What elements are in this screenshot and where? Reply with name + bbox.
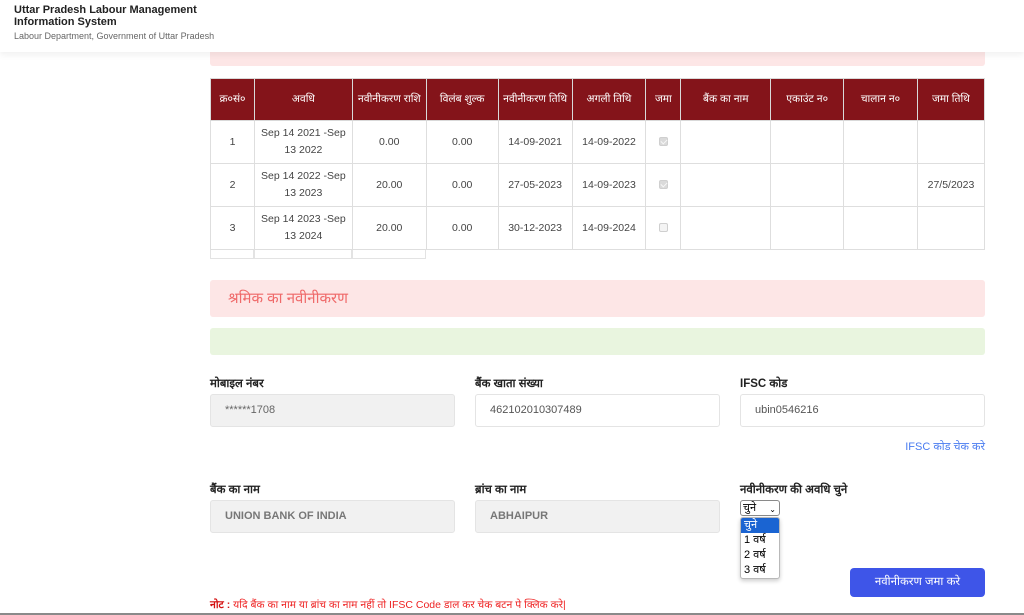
brand-title-line2: Information System xyxy=(14,16,117,28)
cell-challan xyxy=(843,120,918,164)
column-header: चालान न० xyxy=(843,78,918,121)
mobile-label: मोबाइल नंबर xyxy=(210,378,264,390)
table-header-row: क्र०सं० अवधि नवीनीकरण राशि विलंब शुल्क नवीनी… xyxy=(210,78,986,121)
cell-deposit-date xyxy=(916,206,986,250)
cell-deposit-date: 27/5/2023 xyxy=(916,163,986,207)
branch-name-field[interactable]: ABHAIPUR xyxy=(475,500,720,533)
column-header: विलंब शुल्क xyxy=(425,78,499,121)
renewal-history-table: क्र०सं० अवधि नवीनीकरण राशि विलंब शुल्क नवीनी… xyxy=(210,78,986,250)
column-header: बैंक का नाम xyxy=(680,78,772,121)
cell-deposited xyxy=(645,120,682,164)
cell-deposited xyxy=(645,163,682,207)
cell-deposited xyxy=(645,206,682,250)
submit-renewal-button[interactable]: नवीनीकरण जमा करे xyxy=(850,568,985,597)
cell-renew-date: 30-12-2023 xyxy=(497,206,573,250)
ifsc-label: IFSC कोड xyxy=(740,378,788,390)
renewal-period-dropdown: चुने 1 वर्ष 2 वर्ष 3 वर्ष xyxy=(740,517,780,579)
renewal-period-label: नवीनीकरण की अवधि चुने xyxy=(740,484,848,496)
table-row: 1 Sep 14 2021 -Sep 13 2022 0.00 0.00 14-09-2… xyxy=(210,120,986,164)
branch-name-label: ब्रांच का नाम xyxy=(475,484,527,496)
cell-next-date: 14-09-2024 xyxy=(571,206,647,250)
brand-title-line1: Uttar Pradesh Labour Management xyxy=(14,4,197,16)
cell-deposit-date xyxy=(916,120,986,164)
account-number-label: बैंक खाता संख्या xyxy=(475,378,543,390)
deposited-checkbox[interactable] xyxy=(658,137,668,147)
column-header: जमा तिथि xyxy=(916,78,986,121)
table-row: 2 Sep 14 2022 -Sep 13 2023 20.00 0.00 27-05-… xyxy=(210,163,986,207)
site-header: Uttar Pradesh Labour Management Informat… xyxy=(0,0,1024,52)
cell-challan xyxy=(843,163,918,207)
deposited-checkbox[interactable] xyxy=(658,180,668,190)
section-title-renewal: श्रमिक का नवीनीकरण xyxy=(210,280,985,317)
column-header: अवधि xyxy=(253,78,353,121)
cell-next-date: 14-09-2023 xyxy=(571,163,647,207)
cell-bank xyxy=(680,120,772,164)
account-number-field[interactable]: 462102010307489 xyxy=(475,394,720,427)
column-header: अगली तिथि xyxy=(571,78,647,121)
status-message-bar xyxy=(210,328,985,355)
cell-sno: 2 xyxy=(210,163,255,207)
cell-amount: 0.00 xyxy=(351,120,427,164)
cell-bank xyxy=(680,163,772,207)
column-header: क्र०सं० xyxy=(210,78,255,121)
cell-renew-date: 27-05-2023 xyxy=(497,163,573,207)
cell-next-date: 14-09-2022 xyxy=(571,120,647,164)
cell-amount: 20.00 xyxy=(351,206,427,250)
renewal-period-select[interactable]: चुने ⌄ xyxy=(740,500,780,516)
cell-period: Sep 14 2022 -Sep 13 2023 xyxy=(253,163,353,207)
bank-name-label: बैंक का नाम xyxy=(210,484,260,496)
table-empty-row xyxy=(210,250,426,259)
cell-late-fee: 0.00 xyxy=(425,120,499,164)
column-header: एकाउंट न० xyxy=(770,78,845,121)
column-header: नवीनीकरण राशि xyxy=(351,78,427,121)
deposited-checkbox[interactable] xyxy=(658,223,668,233)
cell-sno: 1 xyxy=(210,120,255,164)
cell-account xyxy=(770,206,845,250)
bank-name-field[interactable]: UNION BANK OF INDIA xyxy=(210,500,455,533)
cell-sno: 3 xyxy=(210,206,255,250)
dropdown-option[interactable]: 2 वर्ष xyxy=(741,548,779,563)
cell-bank xyxy=(680,206,772,250)
ifsc-check-link[interactable]: IFSC कोड चेक करे xyxy=(905,439,985,454)
cell-late-fee: 0.00 xyxy=(425,163,499,207)
column-header: जमा xyxy=(645,78,682,121)
dropdown-option[interactable]: 3 वर्ष xyxy=(741,563,779,578)
cell-late-fee: 0.00 xyxy=(425,206,499,250)
cell-period: Sep 14 2023 -Sep 13 2024 xyxy=(253,206,353,250)
note-prefix: नोट : xyxy=(210,599,231,611)
renewal-period-selected: चुने xyxy=(743,502,757,514)
cell-amount: 20.00 xyxy=(351,163,427,207)
note-text: नोट : यदि बैंक का नाम या ब्रांच का नाम न… xyxy=(210,598,566,612)
note-body: यदि बैंक का नाम या ब्रांच का नाम नहीं तो… xyxy=(230,599,566,611)
cell-account xyxy=(770,163,845,207)
ifsc-field[interactable]: ubin0546216 xyxy=(740,394,985,427)
column-header: नवीनीकरण तिथि xyxy=(497,78,573,121)
brand-subtitle: Labour Department, Government of Uttar P… xyxy=(14,31,215,41)
table-row: 3 Sep 14 2023 -Sep 13 2024 20.00 0.00 30-12-… xyxy=(210,206,986,250)
dropdown-option[interactable]: 1 वर्ष xyxy=(741,533,779,548)
chevron-down-icon: ⌄ xyxy=(769,505,776,514)
cell-challan xyxy=(843,206,918,250)
dropdown-option[interactable]: चुने xyxy=(741,518,779,533)
cell-period: Sep 14 2021 -Sep 13 2022 xyxy=(253,120,353,164)
mobile-field[interactable]: ******1708 xyxy=(210,394,455,427)
cell-account xyxy=(770,120,845,164)
cell-renew-date: 14-09-2021 xyxy=(497,120,573,164)
